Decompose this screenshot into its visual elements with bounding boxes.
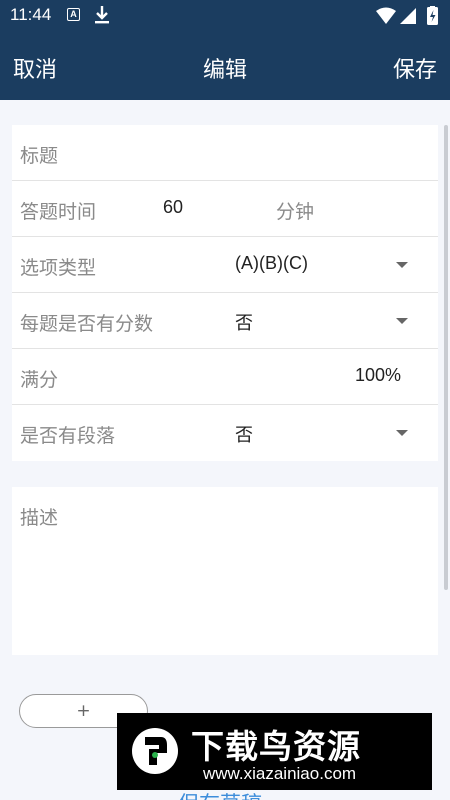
scrollbar[interactable] [444, 125, 448, 590]
a-notification-icon: A [67, 8, 80, 21]
title-row[interactable]: 标题 [12, 125, 438, 181]
watermark: 下载鸟资源 www.xiazainiao.com [117, 713, 432, 790]
chevron-down-icon[interactable] [396, 430, 408, 436]
chevron-down-icon[interactable] [396, 262, 408, 268]
wifi-icon [376, 7, 396, 24]
battery-icon [427, 6, 438, 25]
status-right-icons [376, 6, 440, 30]
duration-row: 答题时间 60 分钟 [12, 181, 438, 237]
bird-logo-icon [131, 725, 179, 781]
description-placeholder: 描述 [20, 507, 59, 529]
watermark-title: 下载鸟资源 [191, 727, 361, 766]
description-textarea[interactable]: 描述 [12, 487, 438, 655]
has-paragraphs-row[interactable]: 是否有段落 否 [12, 405, 438, 461]
signal-icon [400, 8, 416, 24]
has-paragraphs-select[interactable]: 否 [235, 421, 253, 447]
status-time: 11:44 [10, 5, 52, 24]
watermark-url: www.xiazainiao.com [203, 764, 357, 783]
score-per-question-label: 每题是否有分数 [20, 313, 154, 335]
full-score-row: 满分 100% [12, 349, 438, 405]
duration-unit: 分钟 [276, 201, 315, 223]
score-per-question-row[interactable]: 每题是否有分数 否 [12, 293, 438, 349]
chevron-down-icon[interactable] [396, 318, 408, 324]
full-score-label: 满分 [20, 369, 59, 391]
title-input[interactable]: 标题 [20, 141, 58, 168]
option-type-select[interactable]: (A)(B)(C) [235, 253, 308, 274]
score-per-question-select[interactable]: 否 [235, 309, 253, 335]
status-bar: 11:44 A [0, 0, 450, 32]
option-type-label: 选项类型 [20, 257, 97, 279]
download-icon [94, 5, 110, 29]
duration-label: 答题时间 [20, 201, 97, 223]
save-button[interactable]: 保存 [393, 52, 437, 84]
form-card: 标题 答题时间 60 分钟 选项类型 (A)(B)(C) 每题是否有分数 否 满… [12, 125, 438, 461]
full-score-input[interactable]: 100% [355, 365, 401, 386]
app-bar: 取消 编辑 保存 [0, 32, 450, 100]
page-title: 编辑 [202, 58, 247, 83]
duration-input[interactable]: 60 [163, 197, 183, 218]
has-paragraphs-label: 是否有段落 [20, 425, 116, 447]
option-type-row[interactable]: 选项类型 (A)(B)(C) [12, 237, 438, 293]
